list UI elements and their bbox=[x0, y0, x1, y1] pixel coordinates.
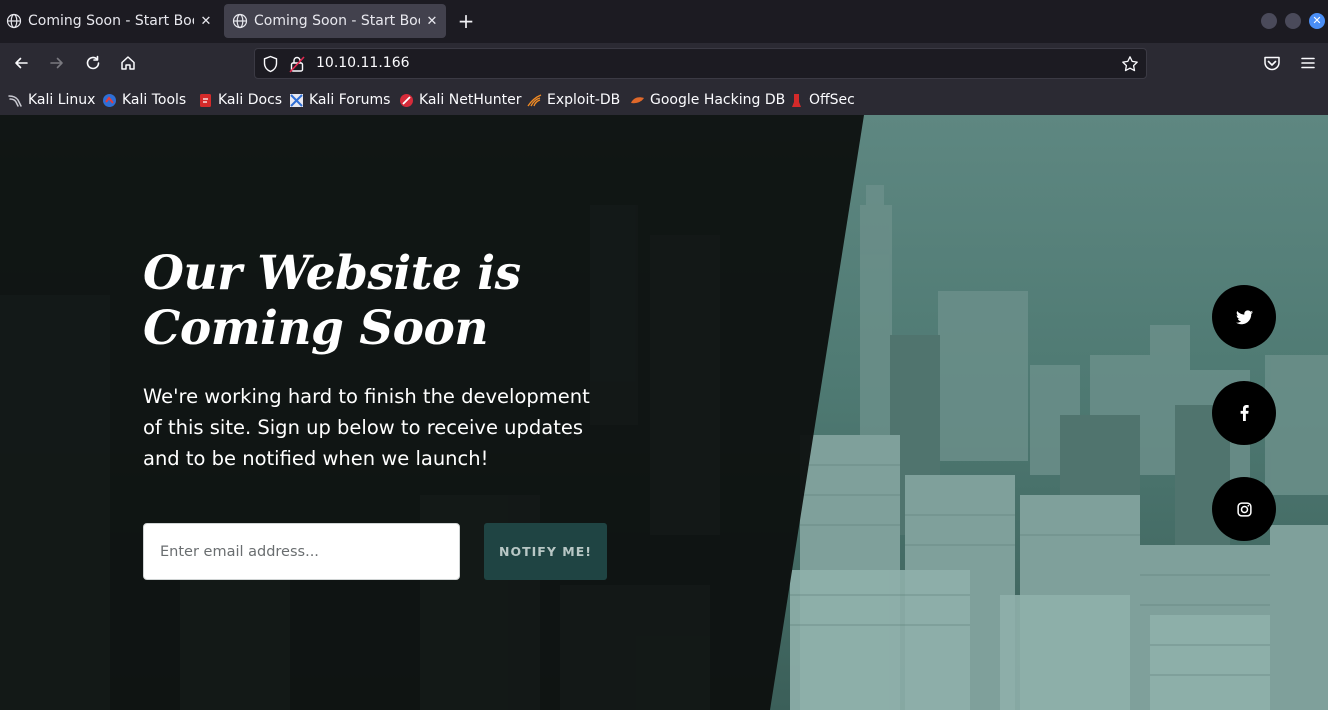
bookmark-label: OffSec bbox=[809, 92, 855, 108]
facebook-icon bbox=[1240, 405, 1249, 421]
exploit-db-icon bbox=[527, 93, 542, 106]
bookmark-kali-forums[interactable]: Kali Forums bbox=[289, 90, 390, 110]
new-tab-button[interactable]: + bbox=[455, 11, 477, 33]
bookmark-label: Exploit-DB bbox=[547, 92, 621, 108]
reload-button[interactable] bbox=[81, 51, 105, 75]
tab-title: Coming Soon - Start Bootstrap Theme bbox=[254, 13, 420, 29]
email-address-input[interactable] bbox=[143, 523, 460, 580]
bookmark-kali-docs[interactable]: Kali Docs bbox=[198, 90, 282, 110]
minimize-window-button[interactable] bbox=[1261, 13, 1277, 29]
twitter-icon bbox=[1235, 309, 1253, 324]
forward-arrow-icon bbox=[50, 57, 63, 69]
close-tab-icon[interactable]: ✕ bbox=[198, 13, 214, 29]
close-tab-icon[interactable]: ✕ bbox=[424, 13, 440, 29]
bookmark-label: Google Hacking DB bbox=[650, 92, 786, 108]
kali-docs-icon bbox=[200, 93, 211, 107]
offsec-icon bbox=[792, 93, 801, 107]
kali-tools-icon bbox=[103, 93, 116, 107]
twitter-button[interactable] bbox=[1212, 285, 1276, 349]
tracking-protection-shield-icon[interactable] bbox=[262, 55, 279, 73]
home-icon bbox=[121, 56, 135, 70]
bookmark-offsec[interactable]: OffSec bbox=[789, 90, 855, 110]
bookmark-label: Kali Linux bbox=[28, 92, 96, 108]
kali-dragon-icon bbox=[8, 94, 22, 107]
address-bar[interactable]: 10.10.11.166 bbox=[254, 48, 1147, 79]
bookmark-label: Kali NetHunter bbox=[419, 92, 522, 108]
instagram-button[interactable] bbox=[1212, 477, 1276, 541]
kali-forums-icon bbox=[290, 93, 303, 107]
bookmark-kali-tools[interactable]: Kali Tools bbox=[102, 90, 186, 110]
notify-me-button[interactable]: NOTIFY ME! bbox=[484, 523, 607, 580]
home-button[interactable] bbox=[116, 51, 140, 75]
bookmark-star-icon[interactable] bbox=[1121, 55, 1139, 73]
tab-1[interactable]: Coming Soon - Start Bootstrap Theme ✕ bbox=[0, 4, 218, 38]
pocket-icon[interactable] bbox=[1262, 53, 1282, 73]
facebook-button[interactable] bbox=[1212, 381, 1276, 445]
maximize-window-button[interactable] bbox=[1285, 13, 1301, 29]
bookmarks-toolbar: Kali Linux Kali Tools Kali Docs Kali For… bbox=[0, 84, 1328, 115]
tab-title: Coming Soon - Start Bootstrap Theme bbox=[28, 13, 194, 29]
forward-button[interactable] bbox=[45, 51, 69, 75]
back-button[interactable] bbox=[9, 51, 33, 75]
bookmark-google-hacking-db[interactable]: Google Hacking DB bbox=[630, 90, 785, 110]
tab-2[interactable]: Coming Soon - Start Bootstrap Theme ✕ bbox=[224, 4, 446, 38]
web-page: Our Website is Coming Soon We're working… bbox=[0, 115, 1328, 710]
back-arrow-icon bbox=[15, 57, 28, 69]
nethunter-icon bbox=[400, 93, 413, 107]
bookmark-kali-nethunter[interactable]: Kali NetHunter bbox=[399, 90, 521, 110]
reload-icon bbox=[86, 55, 100, 70]
globe-icon bbox=[6, 13, 22, 29]
bookmark-label: Kali Docs bbox=[218, 92, 283, 108]
bookmark-label: Kali Forums bbox=[309, 92, 391, 108]
instagram-icon bbox=[1236, 501, 1252, 517]
navigation-toolbar: 10.10.11.166 bbox=[0, 43, 1328, 84]
ghdb-icon bbox=[631, 96, 644, 103]
tab-strip: Coming Soon - Start Bootstrap Theme ✕ Co… bbox=[0, 0, 1328, 43]
url-text[interactable]: 10.10.11.166 bbox=[316, 55, 410, 71]
hamburger-menu-icon[interactable] bbox=[1298, 53, 1318, 73]
globe-icon bbox=[232, 13, 248, 29]
lead-paragraph: We're working hard to finish the develop… bbox=[143, 385, 590, 470]
bookmark-label: Kali Tools bbox=[122, 92, 187, 108]
insecure-lock-icon[interactable] bbox=[289, 55, 305, 73]
close-window-button[interactable]: ✕ bbox=[1309, 13, 1325, 29]
bookmark-kali-linux[interactable]: Kali Linux bbox=[8, 90, 95, 110]
page-headline: Our Website is Coming Soon bbox=[143, 246, 521, 356]
bookmark-exploit-db[interactable]: Exploit-DB bbox=[527, 90, 620, 110]
